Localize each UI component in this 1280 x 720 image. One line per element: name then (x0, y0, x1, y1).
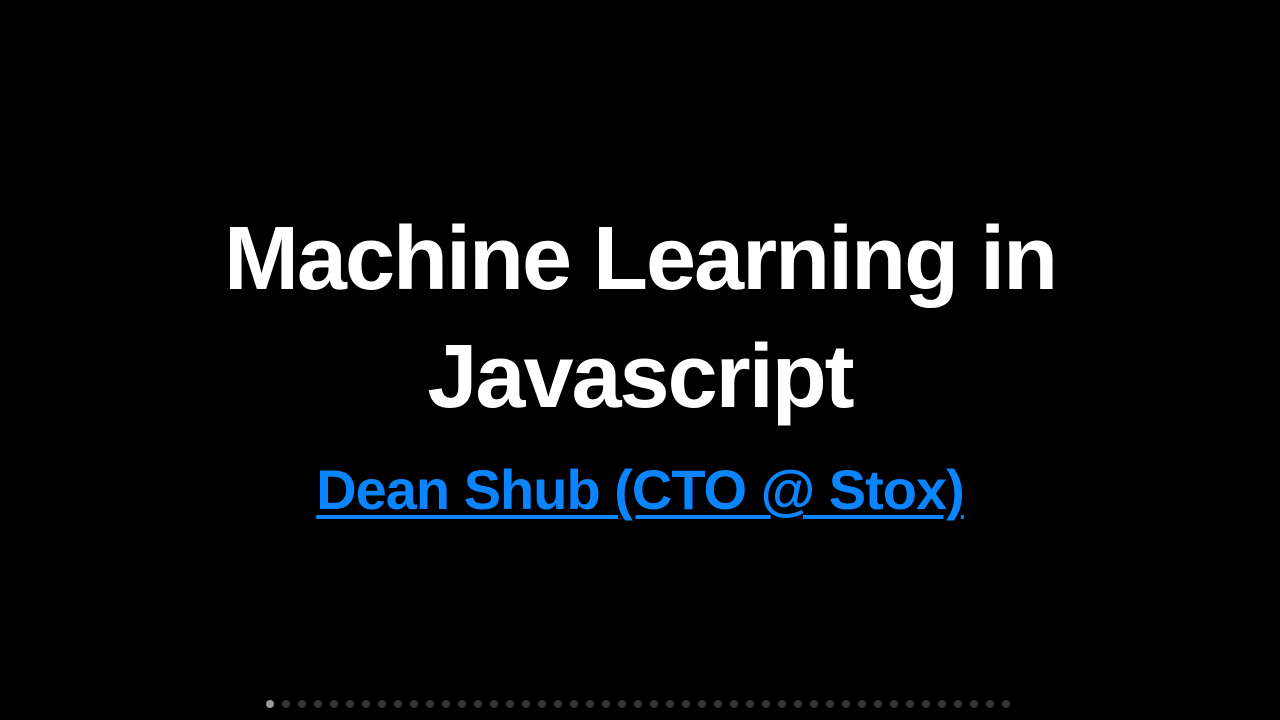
slide-dot[interactable] (810, 700, 818, 708)
slide-dot[interactable] (826, 700, 834, 708)
slide-dot[interactable] (458, 700, 466, 708)
slide-dot[interactable] (618, 700, 626, 708)
slide-dot[interactable] (1002, 700, 1010, 708)
slide-dot[interactable] (378, 700, 386, 708)
slide-dot[interactable] (410, 700, 418, 708)
author-link[interactable]: Dean Shub (CTO @ Stox) (316, 458, 965, 521)
slide-dot[interactable] (474, 700, 482, 708)
slide-dot[interactable] (442, 700, 450, 708)
slide-dot[interactable] (346, 700, 354, 708)
slide-dot[interactable] (282, 700, 290, 708)
slide-dot[interactable] (602, 700, 610, 708)
slide-dot[interactable] (794, 700, 802, 708)
slide-dot[interactable] (650, 700, 658, 708)
slide-subtitle: Dean Shub (CTO @ Stox) (140, 454, 1140, 526)
slide-title-line-2: Javascript (427, 327, 854, 427)
slide: Machine Learning in Javascript Dean Shub … (0, 0, 1280, 720)
slide-dot[interactable] (554, 700, 562, 708)
slide-dot[interactable] (730, 700, 738, 708)
slide-dot[interactable] (330, 700, 338, 708)
slide-title: Machine Learning in Javascript (140, 200, 1140, 436)
slide-dot[interactable] (666, 700, 674, 708)
slide-dot[interactable] (394, 700, 402, 708)
slide-dot[interactable] (858, 700, 866, 708)
slide-dot[interactable] (906, 700, 914, 708)
slide-dot[interactable] (954, 700, 962, 708)
slide-dot[interactable] (746, 700, 754, 708)
slide-dot[interactable] (970, 700, 978, 708)
slide-dot[interactable] (922, 700, 930, 708)
slide-dot[interactable] (362, 700, 370, 708)
slide-dot[interactable] (874, 700, 882, 708)
slide-dot[interactable] (842, 700, 850, 708)
slide-dot[interactable] (298, 700, 306, 708)
slide-dot-current[interactable] (266, 700, 274, 708)
slide-dot[interactable] (634, 700, 642, 708)
slide-dot[interactable] (698, 700, 706, 708)
slide-dot[interactable] (490, 700, 498, 708)
slide-dot[interactable] (890, 700, 898, 708)
slide-dot[interactable] (314, 700, 322, 708)
slide-dot[interactable] (506, 700, 514, 708)
slide-title-line-1: Machine Learning in (223, 209, 1058, 309)
slide-dot[interactable] (522, 700, 530, 708)
slide-dot[interactable] (762, 700, 770, 708)
slide-dot[interactable] (570, 700, 578, 708)
slide-dot[interactable] (778, 700, 786, 708)
slide-progress-dots (266, 700, 1010, 708)
slide-dot[interactable] (714, 700, 722, 708)
slide-dot[interactable] (426, 700, 434, 708)
slide-dot[interactable] (986, 700, 994, 708)
slide-dot[interactable] (938, 700, 946, 708)
slide-dot[interactable] (586, 700, 594, 708)
slide-dot[interactable] (538, 700, 546, 708)
slide-progress-bar (0, 699, 1280, 709)
slide-dot[interactable] (682, 700, 690, 708)
